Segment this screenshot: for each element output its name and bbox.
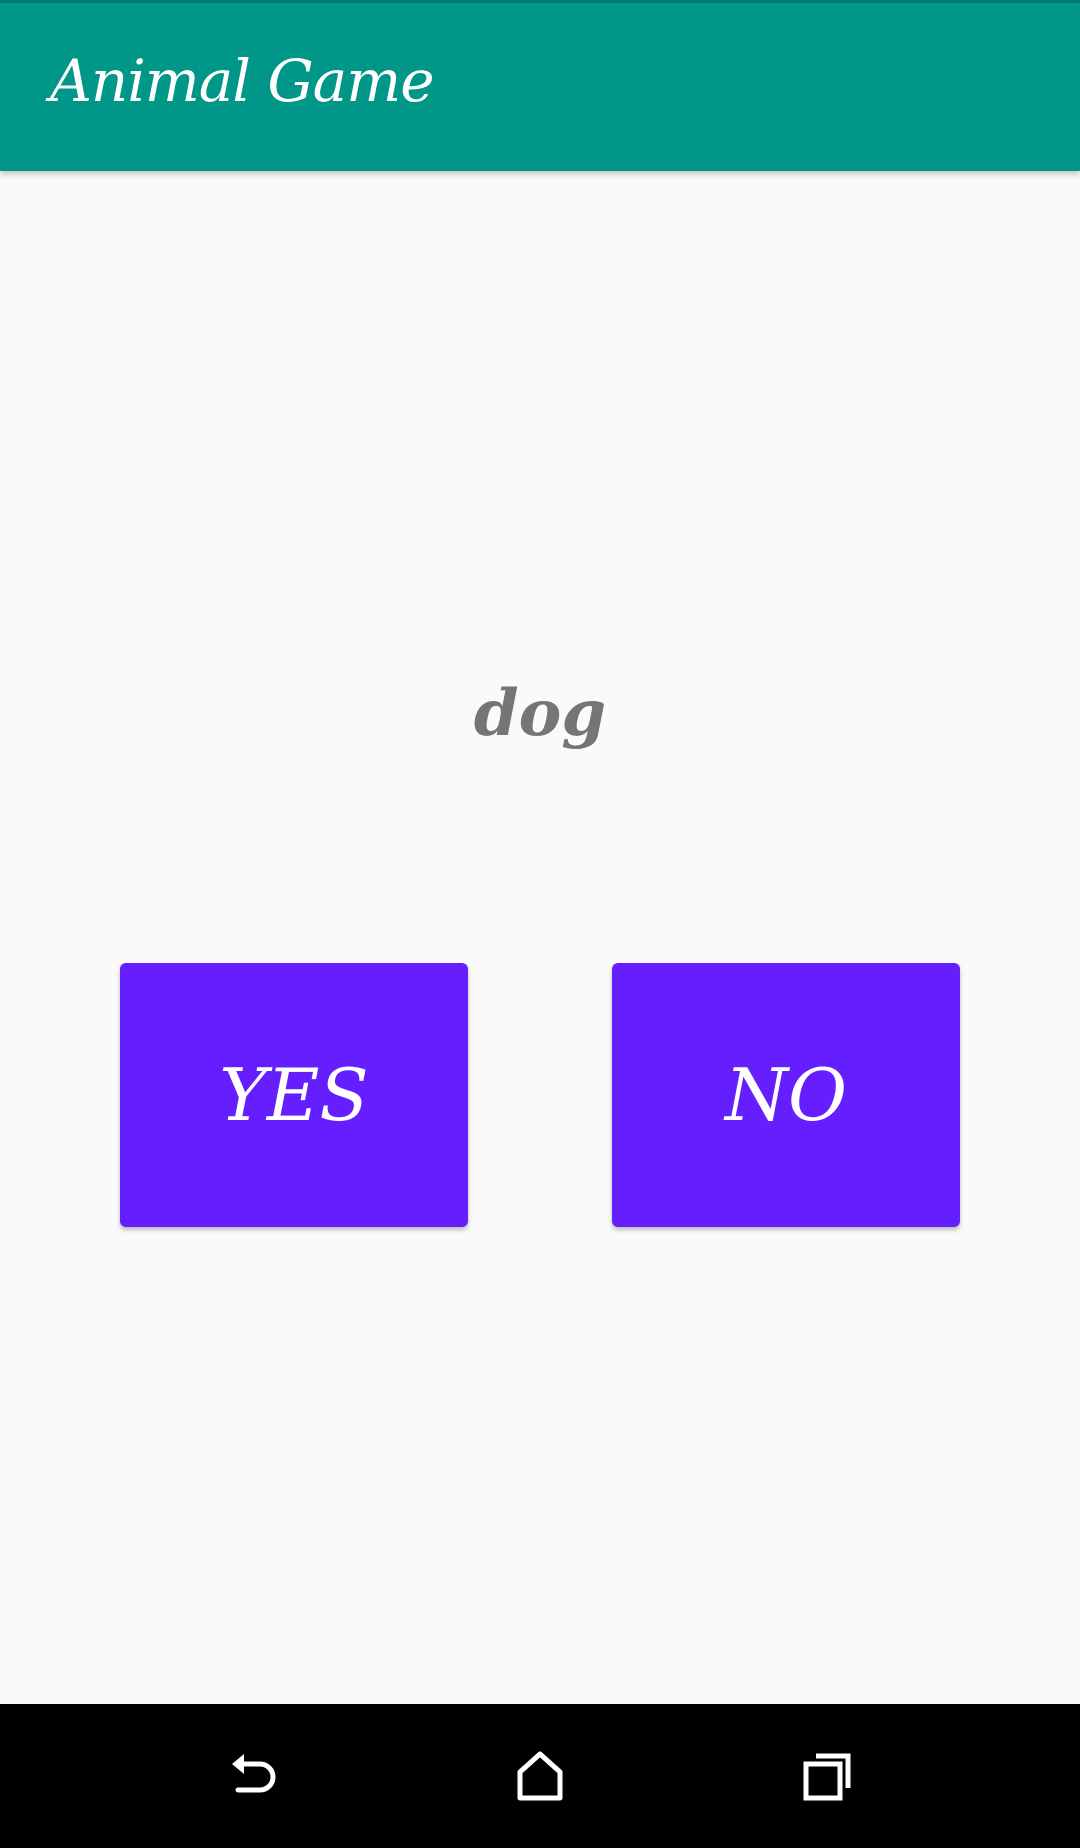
home-button[interactable]	[490, 1726, 590, 1826]
navigation-bar	[0, 1704, 1080, 1848]
back-icon	[232, 1754, 276, 1793]
no-button-label: NO	[724, 1053, 848, 1137]
no-button[interactable]: NO	[612, 963, 960, 1227]
game-content: dog YES NO	[0, 171, 1080, 1704]
home-icon	[517, 1751, 563, 1801]
yes-button[interactable]: YES	[120, 963, 468, 1227]
screen: Animal Game dog YES NO	[0, 0, 1080, 1848]
yes-button-label: YES	[219, 1053, 369, 1137]
app-bar: Animal Game	[0, 0, 1080, 171]
recents-icon	[803, 1753, 851, 1801]
back-button[interactable]	[202, 1726, 302, 1826]
animal-word: dog	[473, 676, 607, 751]
recents-button[interactable]	[778, 1726, 878, 1826]
app-title: Animal Game	[50, 47, 435, 115]
